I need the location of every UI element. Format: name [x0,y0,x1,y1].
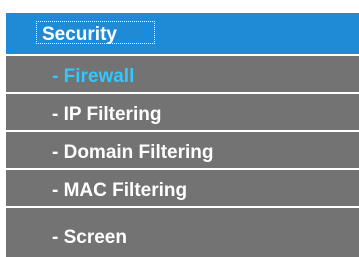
sidebar-menu: Security - Firewall - IP Filtering - Dom… [0,0,359,257]
menu-item-mac-filtering[interactable]: - MAC Filtering [6,170,359,206]
menu-item-ip-filtering[interactable]: - IP Filtering [6,94,359,130]
menu-item-label: - Firewall [52,65,135,87]
menu-item-label: - MAC Filtering [52,179,188,201]
menu-item-label: - Screen [52,227,127,248]
menu-section-title: Security [42,24,117,45]
menu-item-domain-filtering[interactable]: - Domain Filtering [6,132,359,168]
menu-section-security[interactable]: Security [6,13,359,54]
menu-item-firewall[interactable]: - Firewall [6,56,359,92]
menu-item-label: - Domain Filtering [52,141,214,163]
menu-item-label: - IP Filtering [52,103,162,125]
menu-item-screen[interactable]: - Screen [6,208,359,257]
